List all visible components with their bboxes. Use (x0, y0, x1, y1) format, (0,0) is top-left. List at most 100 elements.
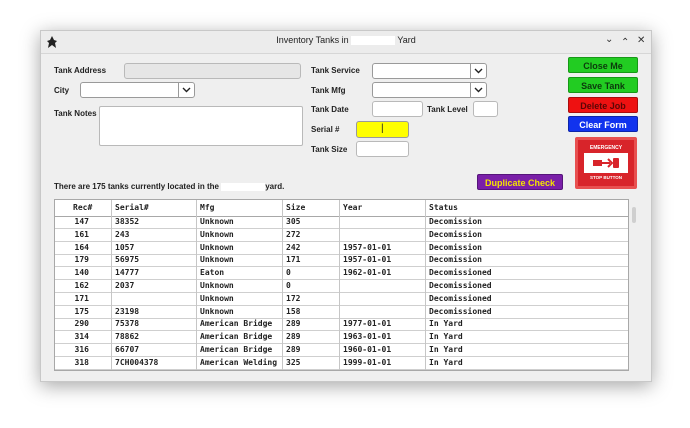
cell-status: Decomissioned (429, 268, 492, 278)
maximize-icon[interactable]: ⌃ (621, 37, 629, 48)
table-row[interactable]: 290 75378 American Bridge 289 1977-01-01 In Y… (55, 318, 628, 332)
status-prefix: There are 175 tanks currently located in… (54, 182, 222, 191)
tank-service-label: Tank Service (311, 66, 360, 75)
cell-serial: 75378 (115, 319, 140, 329)
cell-status: In Yard (429, 332, 463, 342)
emergency-sign: EMERGENCY STOP BUTTON (583, 143, 629, 183)
tank-date-label: Tank Date (311, 105, 349, 114)
text-cursor: | (381, 123, 384, 134)
col-header-year[interactable]: Year (343, 203, 362, 212)
cell-rec: 175 (74, 306, 89, 316)
table-row[interactable]: 175 23198 Unknown 158 Decomissioned (55, 306, 628, 319)
tank-notes-textarea[interactable] (99, 106, 303, 146)
delete-job-button[interactable]: Delete Job (568, 97, 638, 113)
tank-level-input[interactable] (473, 101, 498, 117)
cell-size: 0 (286, 268, 291, 278)
cell-rec: 161 (74, 229, 89, 239)
table-scrollbar[interactable] (632, 207, 636, 223)
emergency-stop-button[interactable]: EMERGENCY STOP BUTTON (575, 137, 637, 189)
tank-address-input[interactable] (124, 63, 301, 79)
cell-mfg: American Bridge (200, 345, 273, 354)
tank-mfg-select[interactable] (372, 82, 487, 98)
cell-mfg: Unknown (200, 293, 234, 303)
window-title: Inventory Tanks in Yard (41, 35, 651, 46)
chevron-down-icon[interactable] (470, 64, 486, 78)
minimize-icon[interactable]: ⌄ (605, 34, 613, 45)
close-icon[interactable]: ✕ (637, 35, 645, 46)
close-me-button[interactable]: Close Me (568, 57, 638, 73)
tank-size-input[interactable] (356, 141, 409, 157)
serial-label: Serial # (311, 125, 340, 134)
col-header-serial[interactable]: Serial# (115, 203, 149, 212)
cell-mfg: Unknown (200, 242, 234, 252)
cell-year: 1977-01-01 (343, 319, 392, 329)
cell-size: 289 (286, 332, 301, 342)
table-row[interactable]: 140 14777 Eaton 0 1962-01-01 Decomissioned (55, 267, 628, 281)
emergency-subtitle: STOP BUTTON (584, 173, 628, 182)
table-row[interactable]: 147 38352 Unknown 305 Decomission (55, 216, 628, 229)
column-divider (425, 200, 426, 370)
tank-address-label: Tank Address (54, 66, 107, 75)
cell-rec: 314 (74, 332, 89, 342)
window-title-suffix: Yard (395, 35, 416, 45)
status-suffix: yard. (265, 182, 285, 191)
cell-status: In Yard (429, 319, 463, 329)
cell-mfg: American Bridge (200, 332, 273, 342)
cell-serial: 14777 (115, 268, 140, 278)
table-row[interactable]: 164 1057 Unknown 242 1957-01-01 Decomission (55, 242, 628, 255)
app-window: Inventory Tanks in Yard ⌄ ⌃ ✕ Tank Addre… (40, 30, 652, 382)
cell-year: 1957-01-01 (343, 255, 392, 265)
cell-mfg: Unknown (200, 229, 234, 239)
cell-status: In Yard (429, 345, 463, 354)
tank-count-status: There are 175 tanks currently located in… (54, 182, 284, 191)
col-header-mfg[interactable]: Mfg (200, 203, 214, 212)
cell-status: Decomission (429, 255, 482, 265)
col-header-size[interactable]: Size (286, 203, 305, 212)
col-header-status[interactable]: Status (429, 203, 458, 212)
table-row[interactable]: 318 7CH004378 American Welding 325 1999-01-0… (55, 357, 628, 370)
cell-serial: 7CH004378 (115, 357, 159, 367)
cell-rec: 140 (74, 268, 89, 278)
cell-status: Decomission (429, 229, 482, 239)
save-tank-button[interactable]: Save Tank (568, 77, 638, 93)
tank-date-input[interactable] (372, 101, 423, 117)
cell-serial: 56975 (115, 255, 140, 265)
table-row[interactable]: 171 Unknown 172 Decomissioned (55, 293, 628, 306)
cell-serial: 38352 (115, 217, 140, 226)
cell-mfg: Eaton (200, 268, 225, 278)
tank-service-select[interactable] (372, 63, 487, 79)
table-row[interactable]: 314 78862 American Bridge 289 1963-01-01 In Y… (55, 331, 628, 345)
tank-size-label: Tank Size (311, 145, 348, 154)
city-label: City (54, 86, 70, 95)
table-row[interactable]: 161 243 Unknown 272 Decomission (55, 229, 628, 242)
cell-rec: 290 (74, 319, 89, 329)
column-divider (111, 200, 112, 370)
table-row[interactable]: 162 2037 Unknown 0 Decomissioned (55, 280, 628, 293)
cell-status: Decomissioned (429, 281, 492, 290)
cell-size: 0 (286, 281, 291, 290)
cell-year: 1962-01-01 (343, 268, 392, 278)
column-divider (339, 200, 340, 370)
table-row[interactable]: 316 66707 American Bridge 289 1960-01-01 In Y… (55, 344, 628, 357)
serial-input[interactable]: | (356, 121, 409, 138)
cell-rec: 318 (74, 357, 89, 367)
chevron-down-icon[interactable] (470, 83, 486, 97)
table-header: Rec# Serial# Mfg Size Year Status (55, 200, 628, 217)
cell-size: 325 (286, 357, 301, 367)
cell-size: 242 (286, 242, 301, 252)
title-bar: Inventory Tanks in Yard ⌄ ⌃ ✕ (41, 31, 651, 54)
cell-serial: 2037 (115, 281, 135, 290)
duplicate-check-button[interactable]: Duplicate Check (477, 174, 563, 190)
col-header-rec[interactable]: Rec# (73, 203, 92, 212)
cell-size: 171 (286, 255, 301, 265)
redacted-region (351, 36, 396, 46)
city-select[interactable] (80, 82, 195, 98)
cell-mfg: Unknown (200, 281, 234, 290)
cell-serial: 23198 (115, 306, 140, 316)
table-row[interactable]: 179 56975 Unknown 171 1957-01-01 Decomission (55, 254, 628, 268)
cell-serial: 66707 (115, 345, 140, 354)
clear-form-button[interactable]: Clear Form (568, 116, 638, 132)
cell-rec: 164 (74, 242, 89, 252)
cell-rec: 316 (74, 345, 89, 354)
chevron-down-icon[interactable] (178, 83, 194, 97)
